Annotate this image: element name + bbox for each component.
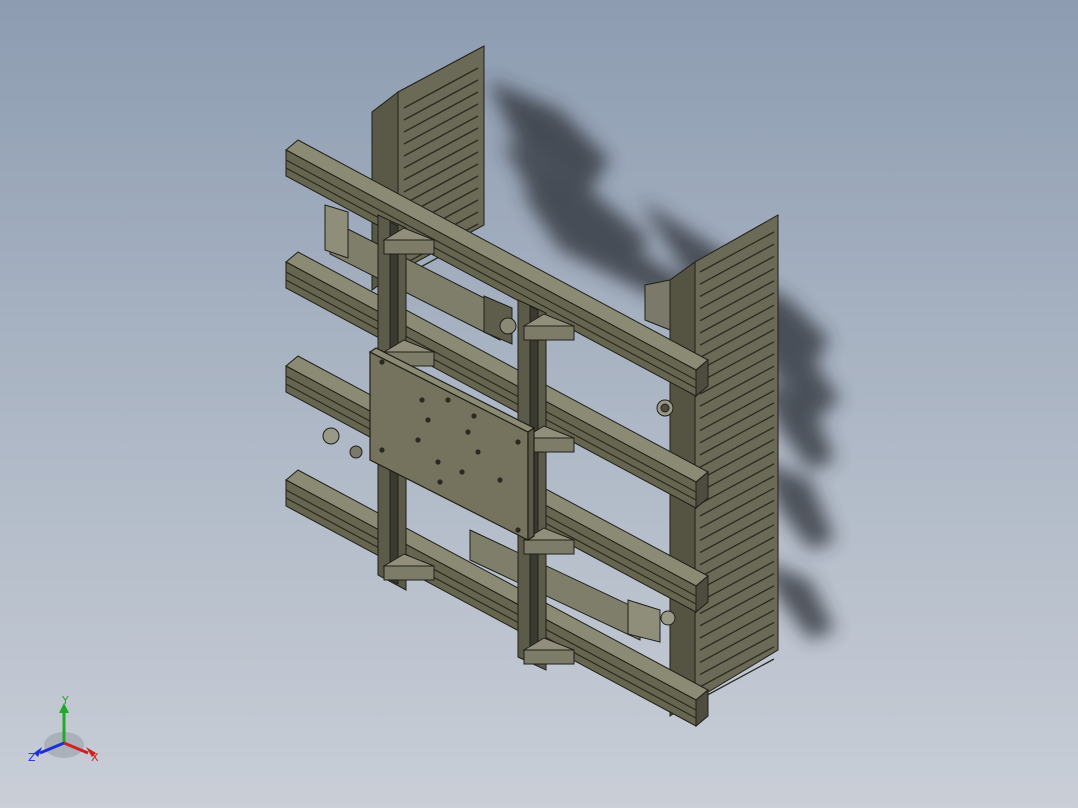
plate-hole (415, 437, 421, 443)
y-axis-label: Y (61, 695, 69, 707)
plate-hole (497, 477, 503, 483)
z-axis-label: Z (28, 751, 36, 764)
plate-hole (445, 397, 451, 403)
plate-hole (515, 439, 521, 445)
gusset (383, 565, 435, 581)
x-axis-label: X (91, 751, 99, 764)
gusset (523, 539, 575, 555)
plate-hole (459, 469, 465, 475)
plate-hole (419, 397, 425, 403)
plate-hole (379, 447, 385, 453)
plate-hole (425, 417, 431, 423)
cad-model-assembly[interactable] (0, 0, 1078, 808)
gusset (383, 239, 435, 255)
plate-hole (515, 527, 521, 533)
plate-hole (379, 359, 385, 365)
cad-viewport[interactable]: Y X Z (0, 0, 1078, 808)
view-orientation-triad-icon[interactable]: Y X Z (26, 695, 106, 770)
gusset (523, 649, 575, 665)
plate-hole (471, 413, 477, 419)
plate-hole (475, 449, 481, 455)
plate-hole (435, 459, 441, 465)
plate-hole (465, 429, 471, 435)
rail-groove (285, 489, 697, 711)
plate-hole (437, 479, 443, 485)
gusset (523, 325, 575, 341)
